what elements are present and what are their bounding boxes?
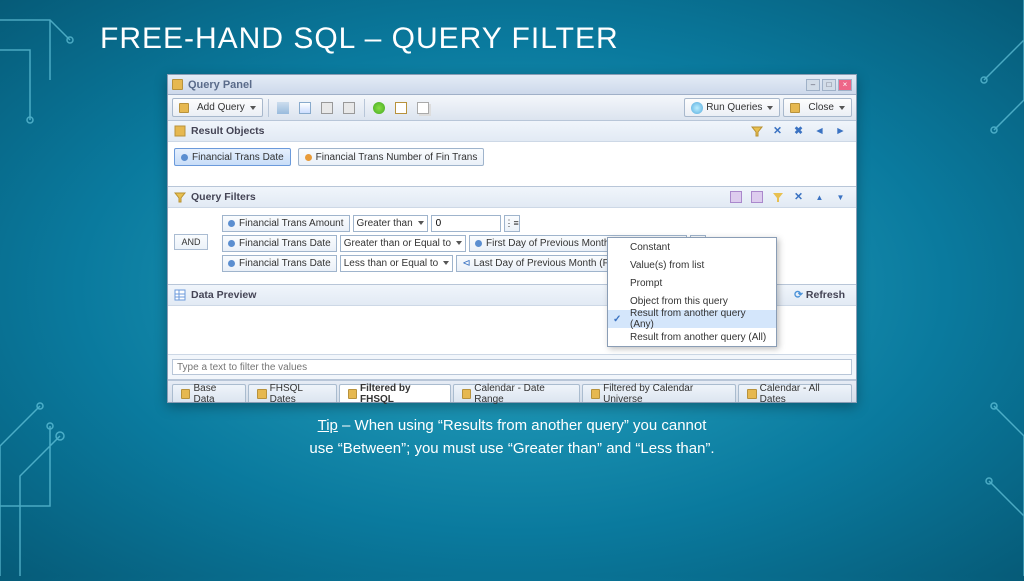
doc-icon[interactable] [392,98,411,117]
operand-type-menu: Constant Value(s) from list Prompt Objec… [607,237,777,347]
wrench-icon[interactable]: ✖ [789,122,808,141]
main-toolbar: Add Query Run Queries Close [168,95,856,121]
tab-base-data[interactable]: Base Data [172,384,246,402]
tab-calendar-all[interactable]: Calendar - All Dates [738,384,852,402]
tip-text: Tip – When using “Results from another q… [0,415,1024,460]
qf-down-icon[interactable]: ▼ [831,188,850,207]
globe-icon[interactable] [370,98,389,117]
qf-x-icon[interactable]: ✕ [789,188,808,207]
result-object-chip[interactable]: Financial Trans Date [174,148,291,166]
query-panel-window: Query Panel – □ × Add Query Run Queries … [167,74,857,403]
filter-field[interactable]: Financial Trans Date [222,255,337,272]
add-query-button[interactable]: Add Query [172,98,263,117]
filter-field[interactable]: Financial Trans Date [222,235,337,252]
and-connector[interactable]: AND [174,234,208,250]
tab-fhsql-dates[interactable]: FHSQL Dates [248,384,336,402]
tab-filtered-fhsql[interactable]: Filtered by FHSQL [339,384,451,402]
close-panel-button[interactable]: Close [783,98,852,117]
view-icon-1[interactable] [274,98,293,117]
qf-funnel-icon[interactable] [768,188,787,207]
menu-item-prompt[interactable]: Prompt [608,274,776,292]
minimize-button[interactable]: – [806,79,820,91]
query-filters-section: Query Filters ✕ ▲ ▼ AND Financial Trans … [168,187,856,285]
delete-x-icon[interactable]: ✕ [768,122,787,141]
qf-icon-2[interactable] [747,188,766,207]
tab-filtered-calendar[interactable]: Filtered by Calendar Universe [582,384,737,402]
menu-item-result-all[interactable]: Result from another query (All) [608,328,776,346]
menu-item-result-any[interactable]: Result from another query (Any) [608,310,776,328]
operator-dropdown[interactable]: Greater than or Equal to [340,235,466,252]
query-tabs: Base Data FHSQL Dates Filtered by FHSQL … [168,380,856,402]
result-objects-label: Result Objects [191,125,265,137]
close-button[interactable]: × [838,79,852,91]
copy-icon[interactable] [414,98,433,117]
slide-title: FREE-HAND SQL – QUERY FILTER [0,0,1024,56]
view-icon-3[interactable] [318,98,337,117]
funnel-icon [174,191,186,203]
operator-dropdown[interactable]: Greater than [353,215,428,232]
query-filters-label: Query Filters [191,191,256,203]
menu-item-constant[interactable]: Constant [608,238,776,256]
titlebar[interactable]: Query Panel – □ × [168,75,856,95]
filter-value-input[interactable] [431,215,501,232]
filter-field[interactable]: Financial Trans Amount [222,215,350,232]
window-title: Query Panel [188,79,804,91]
result-icon [174,125,186,137]
data-preview-label: Data Preview [191,289,256,301]
tab-calendar-range[interactable]: Calendar - Date Range [453,384,580,402]
operator-dropdown[interactable]: Less than or Equal to [340,255,454,272]
result-objects-section: Result Objects ✕ ✖ ◄ ► Financial Trans D… [168,121,856,187]
operand-menu-button[interactable]: ⋮≡ [504,215,520,232]
filter-icon[interactable] [747,122,766,141]
view-icon-2[interactable] [296,98,315,117]
preview-filter-input[interactable] [172,359,852,375]
refresh-button[interactable]: ⟳Refresh [789,286,850,305]
view-icon-4[interactable] [340,98,359,117]
grid-icon [174,289,186,301]
filter-row: Financial Trans Amount Greater than ⋮≡ [222,214,852,232]
next-icon[interactable]: ► [831,122,850,141]
qf-up-icon[interactable]: ▲ [810,188,829,207]
qf-icon-1[interactable] [726,188,745,207]
app-icon [172,79,183,90]
run-queries-button[interactable]: Run Queries [684,98,780,117]
result-object-chip[interactable]: Financial Trans Number of Fin Trans [298,148,485,166]
prev-icon[interactable]: ◄ [810,122,829,141]
menu-item-values-list[interactable]: Value(s) from list [608,256,776,274]
maximize-button[interactable]: □ [822,79,836,91]
